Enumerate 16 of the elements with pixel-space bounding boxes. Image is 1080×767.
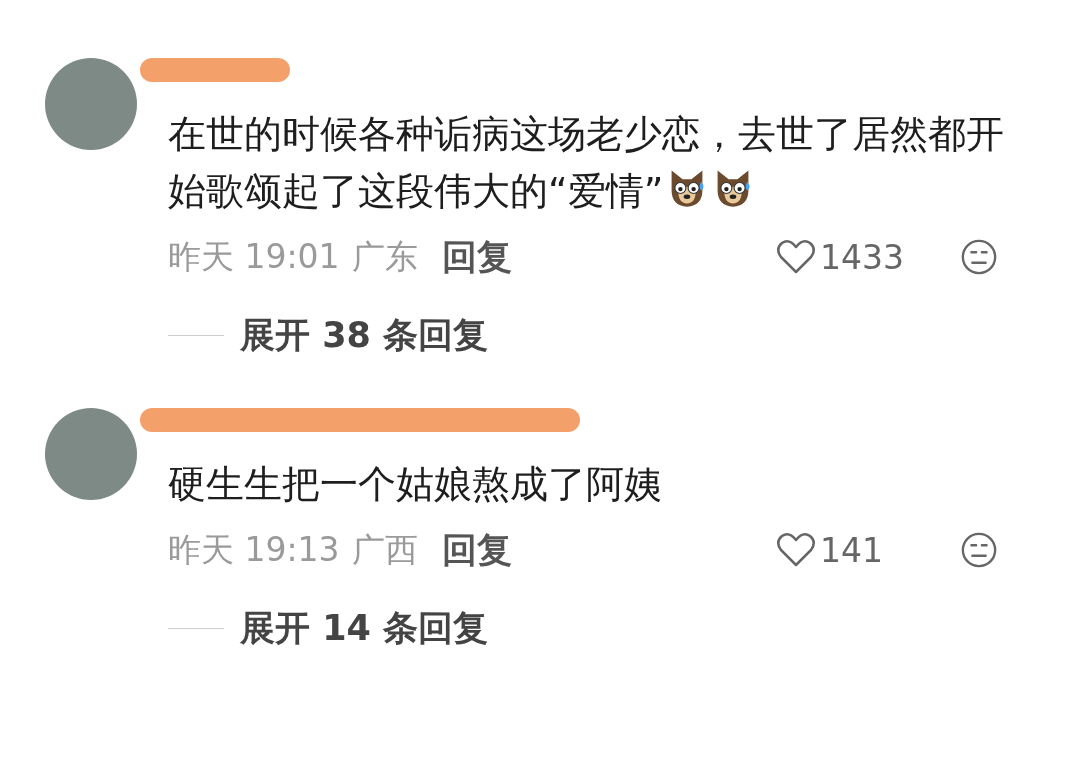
expand-replies-link[interactable]: 展开 38 条回复 xyxy=(240,312,489,359)
like-count: 1433 xyxy=(820,237,905,277)
dislike-face-icon[interactable] xyxy=(960,531,998,569)
reply-link[interactable]: 回复 xyxy=(441,233,512,281)
comment-text: 硬生生把一个姑娘熬成了阿姨 xyxy=(168,461,663,508)
comment-time: 昨天 19:01 xyxy=(168,235,340,278)
comment-text: 在世的时候各种诟病这场老少恋，去世了居然都开始歌颂起了这段伟大的“爱情” xyxy=(168,111,1005,215)
like-count: 141 xyxy=(820,530,884,570)
reply-link[interactable]: 回复 xyxy=(441,526,512,574)
dislike-face-icon[interactable] xyxy=(960,238,998,276)
comment-time: 昨天 19:13 xyxy=(168,528,340,571)
heart-icon[interactable] xyxy=(776,532,816,568)
heart-icon[interactable] xyxy=(776,239,816,275)
comment-location: 广西 xyxy=(351,528,418,571)
expand-replies-link[interactable]: 展开 14 条回复 xyxy=(240,605,489,652)
comment-location: 广东 xyxy=(351,235,418,278)
